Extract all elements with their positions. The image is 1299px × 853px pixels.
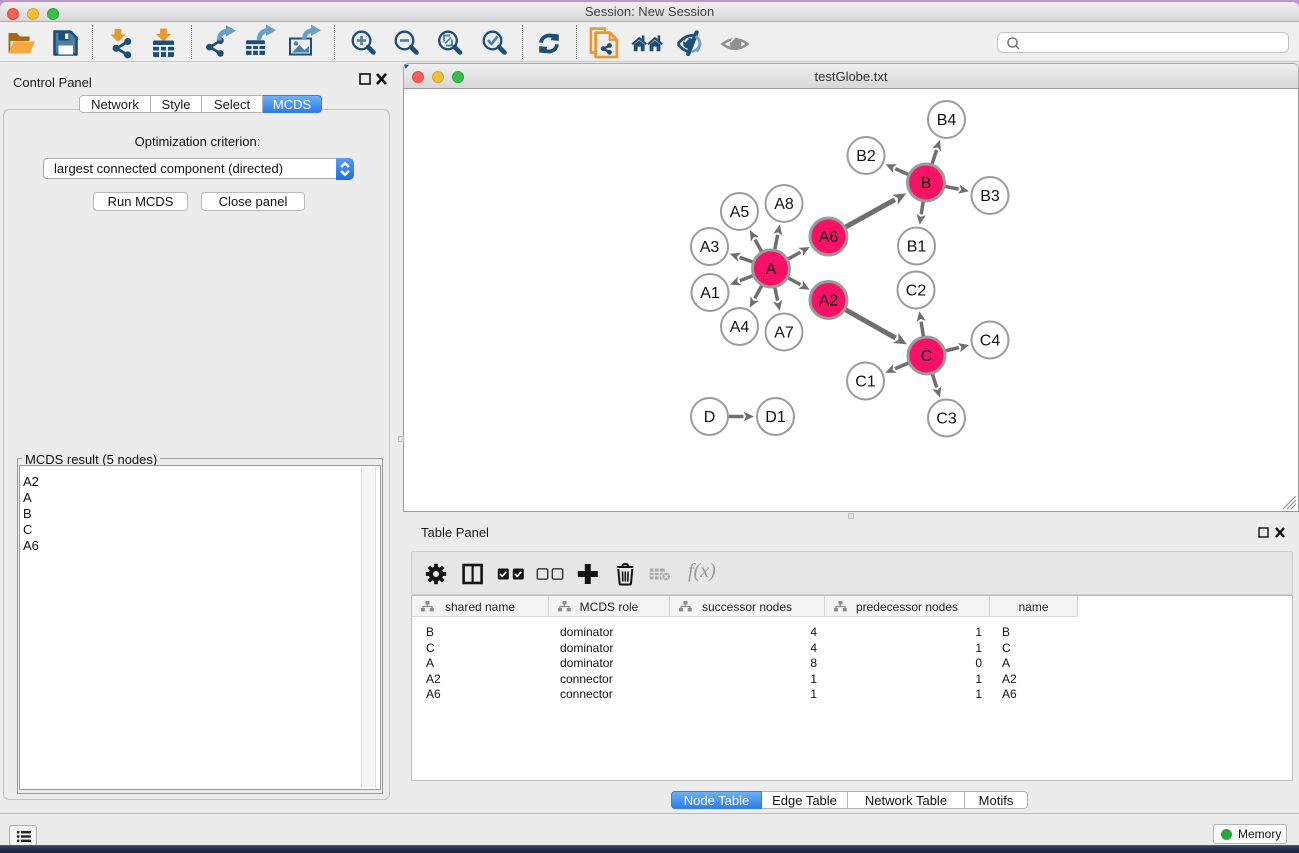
svg-text:C4: C4: [980, 333, 1001, 350]
svg-text:C: C: [921, 348, 933, 365]
svg-text:C2: C2: [906, 283, 927, 300]
svg-text:A: A: [766, 261, 777, 278]
svg-text:A6: A6: [819, 229, 839, 246]
svg-text:B2: B2: [856, 148, 876, 165]
svg-text:A5: A5: [730, 204, 750, 221]
svg-text:D: D: [704, 409, 716, 426]
svg-text:A3: A3: [700, 239, 720, 256]
svg-text:A4: A4: [730, 319, 750, 336]
svg-text:A2: A2: [819, 293, 839, 310]
svg-text:A8: A8: [774, 196, 794, 213]
svg-text:B3: B3: [980, 188, 1000, 205]
svg-text:B1: B1: [907, 239, 927, 256]
svg-text:A7: A7: [774, 325, 794, 342]
svg-text:B4: B4: [937, 112, 957, 129]
svg-text:B: B: [921, 175, 932, 192]
svg-text:D1: D1: [765, 409, 786, 426]
svg-text:A1: A1: [700, 285, 720, 302]
svg-text:C3: C3: [936, 411, 957, 428]
svg-text:C1: C1: [855, 374, 876, 391]
